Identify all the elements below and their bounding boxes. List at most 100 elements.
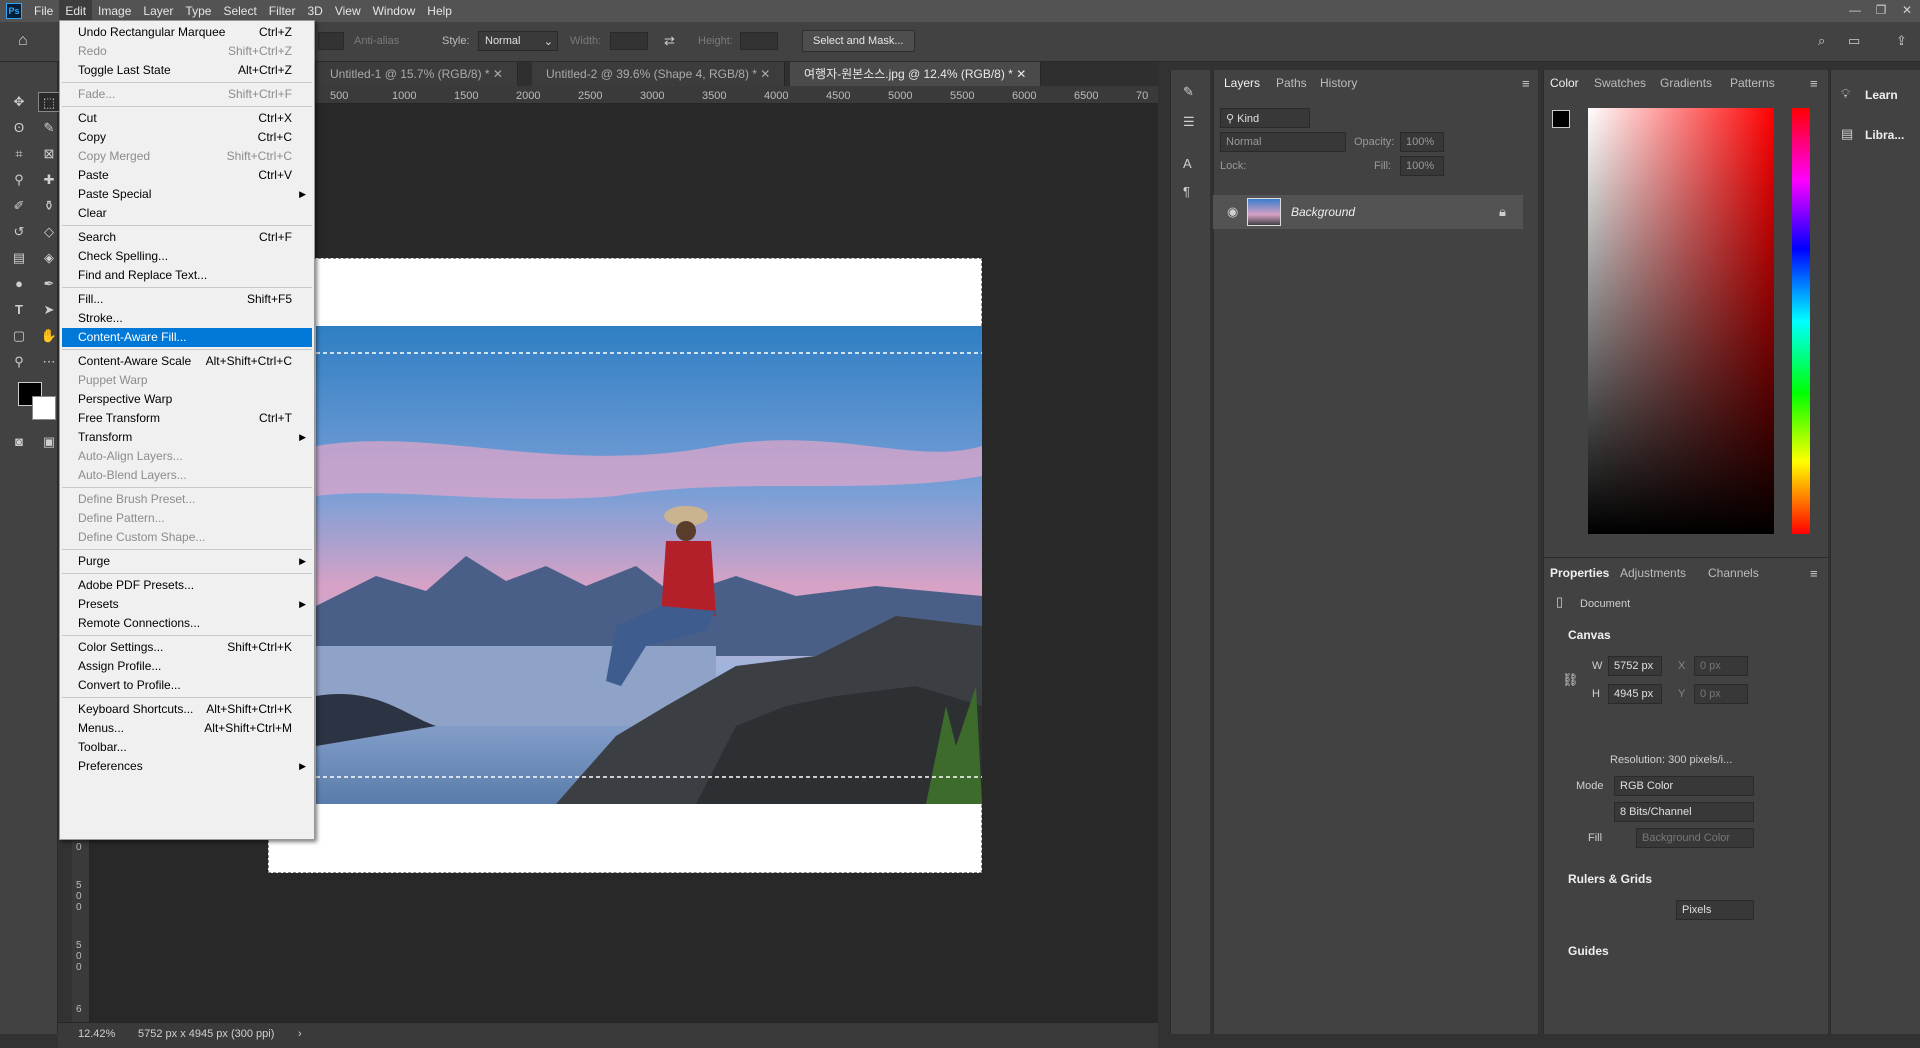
edit-menu-item[interactable]: Presets ▶ [62,595,312,614]
minimize-icon[interactable]: — [1842,0,1868,22]
brush-settings-icon[interactable]: ✎ [1183,84,1194,100]
history-brush-icon[interactable]: ↺ [8,222,30,242]
fill-select[interactable]: Background Color [1636,828,1754,848]
y-field[interactable]: 0 px [1694,684,1748,704]
edit-menu-item[interactable]: Paste Ctrl+V [62,166,312,185]
mode-select[interactable]: RGB Color [1614,776,1754,796]
x-field[interactable]: 0 px [1694,656,1748,676]
width-input[interactable] [610,32,648,50]
close-icon[interactable]: ✕ [760,67,770,81]
background-color-swatch[interactable] [32,396,56,420]
brush-tool-icon[interactable]: ✐ [8,196,30,216]
edit-menu-item[interactable]: Cut Ctrl+X [62,109,312,128]
gradient-tool-icon[interactable]: ▤ [8,248,30,268]
crop-tool-icon[interactable]: ⌗ [8,144,30,164]
edit-menu-item[interactable]: Adobe PDF Presets... [62,576,312,595]
tab-color[interactable]: Color [1550,70,1579,96]
search-icon[interactable]: ⌕ [1818,33,1825,49]
link-icon[interactable]: ⛓ [1562,672,1579,688]
shape-tool-icon[interactable]: ▢ [8,326,30,346]
close-icon[interactable]: ✕ [1016,67,1026,81]
color-field[interactable] [1588,108,1774,534]
edit-menu-item[interactable]: Purge ▶ [62,552,312,571]
close-icon[interactable]: ✕ [1894,0,1920,22]
healing-brush-icon[interactable]: ✚ [38,170,60,190]
tab-untitled-2[interactable]: Untitled-2 @ 39.6% (Shape 4, RGB/8) * ✕ [532,62,786,86]
menu-select[interactable]: Select [217,0,262,22]
edit-menu-item[interactable]: Assign Profile... [62,657,312,676]
type-tool-icon[interactable]: T [8,300,30,320]
workspace-icon[interactable]: ▭ [1848,33,1860,49]
height-input[interactable] [740,32,778,50]
frame-tool-icon[interactable]: ⊠ [38,144,60,164]
menu-type[interactable]: Type [179,0,217,22]
panel-menu-icon[interactable]: ≡ [1810,566,1818,581]
anti-alias-checkbox[interactable]: Anti-alias [354,35,399,47]
edit-menu-item[interactable]: Convert to Profile... [62,676,312,695]
menu-help[interactable]: Help [421,0,458,22]
edit-menu-item[interactable]: Content-Aware Fill... [62,328,312,347]
panel-menu-icon[interactable]: ≡ [1810,76,1818,91]
hue-slider[interactable] [1792,108,1810,534]
edit-menu-item[interactable]: Content-Aware Scale Alt+Shift+Ctrl+C [62,352,312,371]
visibility-eye-icon[interactable]: ◉ [1227,204,1238,220]
edit-menu-item[interactable]: Menus... Alt+Shift+Ctrl+M [62,719,312,738]
marquee-tool-icon[interactable]: ⬚ [38,92,60,112]
paragraph-icon[interactable]: ¶ [1183,184,1190,199]
width-field[interactable]: 5752 px [1608,656,1662,676]
menu-window[interactable]: Window [367,0,422,22]
edit-menu-item[interactable]: Remote Connections... [62,614,312,633]
blend-mode-select[interactable]: Normal [1220,132,1346,152]
menu-filter[interactable]: Filter [263,0,302,22]
close-icon[interactable]: ✕ [493,67,503,81]
edit-menu-item[interactable]: Paste Special ▶ [62,185,312,204]
edit-menu-item[interactable]: Free Transform Ctrl+T [62,409,312,428]
edit-menu-item[interactable]: Clear [62,204,312,223]
dodge-tool-icon[interactable]: ● [8,274,30,294]
zoom-tool-icon[interactable]: ⚲ [8,352,30,372]
layer-name[interactable]: Background [1291,205,1355,219]
layer-kind-filter[interactable]: ⚲ Kind [1220,108,1310,128]
opacity-input[interactable]: 100% [1400,132,1444,152]
edit-menu-item[interactable]: Stroke... [62,309,312,328]
hand-tool-icon[interactable]: ✋ [38,326,60,346]
rulers-grids-section[interactable]: Rulers & Grids [1568,872,1652,886]
tab-layers[interactable]: Layers [1224,70,1260,96]
layer-row-background[interactable]: ◉ Background 🔒︎ [1213,195,1523,229]
tab-paths[interactable]: Paths [1276,70,1307,96]
learn-panel-button[interactable]: Learn [1865,88,1898,102]
pen-tool-icon[interactable]: ✒ [38,274,60,294]
lasso-tool-icon[interactable]: ʘ [8,118,30,138]
edit-menu-item[interactable]: Color Settings... Shift+Ctrl+K [62,638,312,657]
height-field[interactable]: 4945 px [1608,684,1662,704]
tab-active-document[interactable]: 여행자-원본소스.jpg @ 12.4% (RGB/8) * ✕ [790,62,1042,86]
edit-menu-item[interactable]: Copy Ctrl+C [62,128,312,147]
edit-menu-item[interactable]: Toolbar... [62,738,312,757]
guides-section[interactable]: Guides [1568,944,1609,958]
edit-menu-item[interactable]: Find and Replace Text... [62,266,312,285]
home-icon[interactable]: ⌂ [18,32,28,50]
move-tool-icon[interactable]: ✥ [8,92,30,112]
tab-adjustments[interactable]: Adjustments [1620,560,1686,586]
menu-view[interactable]: View [329,0,367,22]
menu-edit[interactable]: Edit [59,0,93,22]
adjust-icon[interactable]: ☰ [1183,114,1195,130]
blur-tool-icon[interactable]: ◈ [38,248,60,268]
edit-menu-item[interactable]: Transform ▶ [62,428,312,447]
tab-patterns[interactable]: Patterns [1730,70,1775,96]
eraser-tool-icon[interactable]: ◇ [38,222,60,242]
menu-image[interactable]: Image [92,0,137,22]
more-tools-icon[interactable]: ⋯ [38,352,60,372]
share-icon[interactable]: ⇪ [1896,33,1907,49]
menu-file[interactable]: File [28,0,59,22]
tab-untitled-1[interactable]: Untitled-1 @ 15.7% (RGB/8) * ✕ [316,62,518,86]
edit-menu-item[interactable]: Check Spelling... [62,247,312,266]
chevron-right-icon[interactable]: › [298,1028,302,1040]
swap-icon[interactable]: ⇄ [664,33,675,49]
menu-layer[interactable]: Layer [137,0,179,22]
fg-color-chip[interactable] [1552,110,1570,128]
panel-menu-icon[interactable]: ≡ [1522,76,1530,91]
character-icon[interactable]: A [1183,156,1192,171]
fill-input[interactable]: 100% [1400,156,1444,176]
bits-select[interactable]: 8 Bits/Channel [1614,802,1754,822]
